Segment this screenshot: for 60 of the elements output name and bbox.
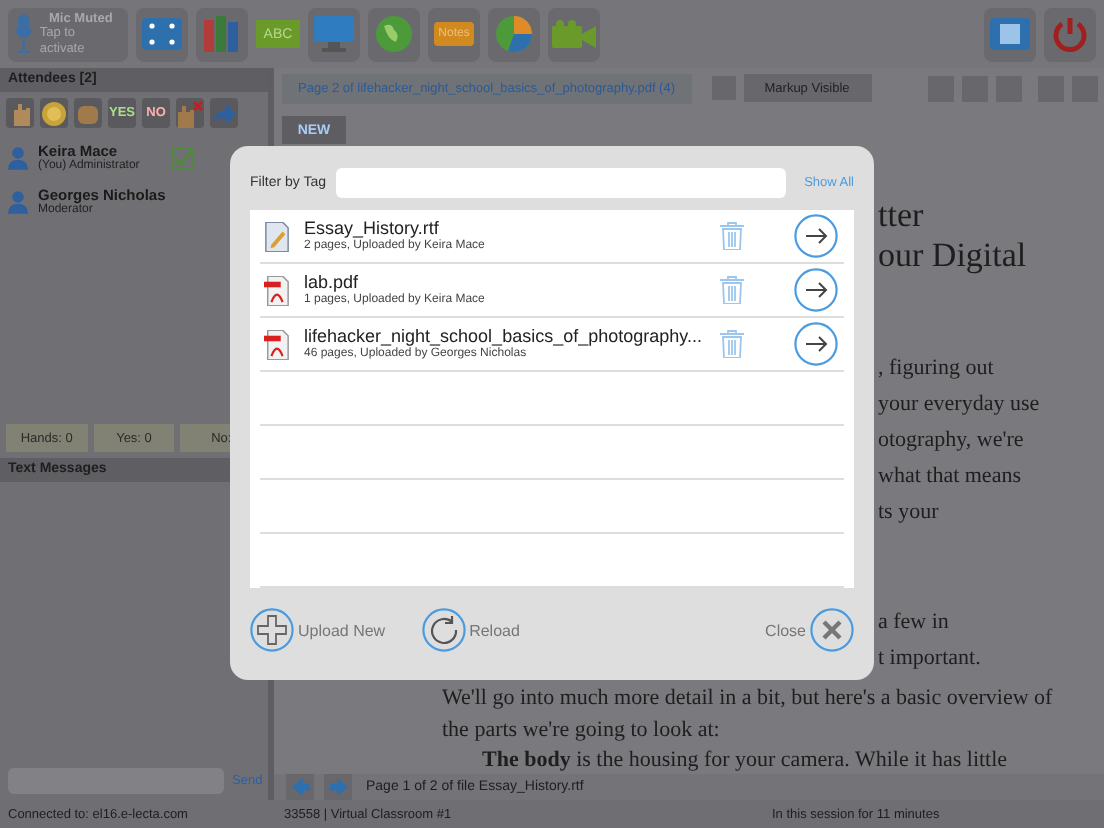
left-arrow-icon xyxy=(291,778,309,796)
close-button[interactable]: Close xyxy=(765,608,854,652)
delete-icon[interactable] xyxy=(720,222,744,250)
document-text: your everyday use xyxy=(878,390,1040,420)
screen-icon xyxy=(142,18,182,50)
coin-icon xyxy=(42,101,66,125)
power-button[interactable] xyxy=(1044,7,1096,61)
arrow-icon xyxy=(212,103,236,123)
video-camera-icon xyxy=(552,20,596,48)
reload-button[interactable]: Reload xyxy=(421,608,520,652)
coin-button[interactable] xyxy=(40,98,68,128)
hand-icon xyxy=(10,101,30,125)
document-text: a few in xyxy=(878,608,949,638)
user-icon xyxy=(8,190,28,214)
document-text: what that means xyxy=(878,462,1021,492)
camera-tool-button[interactable] xyxy=(548,7,600,61)
document-text: our Digital xyxy=(878,236,1027,276)
file-name: lab.pdf xyxy=(304,271,361,293)
right-arrow-icon xyxy=(329,778,347,796)
power-icon xyxy=(1052,16,1088,52)
monitor-tool-button[interactable] xyxy=(308,7,360,61)
pdf-file-icon xyxy=(264,275,290,305)
tag-filter-field[interactable] xyxy=(336,168,787,198)
file-name: lifehacker_night_school_basics_of_photography... xyxy=(304,325,704,347)
books-icon xyxy=(202,16,242,52)
delete-icon[interactable] xyxy=(720,276,744,304)
layout-button[interactable] xyxy=(984,7,1036,61)
film-icon xyxy=(990,18,1030,50)
document-text: We'll go into much more detail in a bit, but here's a basic overview of xyxy=(442,684,1053,714)
next-page-button[interactable] xyxy=(324,773,352,801)
screen-tool-button[interactable] xyxy=(136,7,188,61)
reload-icon xyxy=(421,608,466,652)
document-text: t important. xyxy=(878,644,981,674)
upload-new-button[interactable]: Upload New xyxy=(250,608,386,652)
plus-icon xyxy=(250,608,294,652)
delete-icon[interactable] xyxy=(720,330,744,358)
document-text: , figuring out xyxy=(878,354,994,384)
hand-button[interactable] xyxy=(6,98,34,128)
hand-cross-icon xyxy=(176,99,204,127)
document-text: tter xyxy=(878,196,924,236)
fist-button[interactable] xyxy=(74,98,102,128)
globe-tool-button[interactable] xyxy=(368,7,420,61)
user-icon xyxy=(8,146,28,170)
document-edit-icon xyxy=(264,221,290,251)
monitor-icon xyxy=(314,16,354,52)
document-text: the parts we're going to look at: xyxy=(442,716,720,746)
pie-chart-icon xyxy=(496,16,532,52)
arrow-button[interactable] xyxy=(210,98,238,128)
hand-x-button[interactable] xyxy=(176,98,204,128)
chart-tool-button[interactable] xyxy=(488,7,540,61)
file-name: Essay_History.rtf xyxy=(304,217,441,239)
document-text: otography, we're xyxy=(878,426,1024,456)
fist-icon xyxy=(76,101,100,125)
previous-page-button[interactable] xyxy=(286,773,314,801)
document-text: The body is the housing for your camera. While it has little xyxy=(482,746,1008,774)
close-icon xyxy=(810,608,854,652)
pdf-file-icon xyxy=(264,329,290,359)
globe-icon xyxy=(376,16,412,52)
microphone-icon xyxy=(14,14,34,54)
document-text: ts your xyxy=(878,498,939,528)
